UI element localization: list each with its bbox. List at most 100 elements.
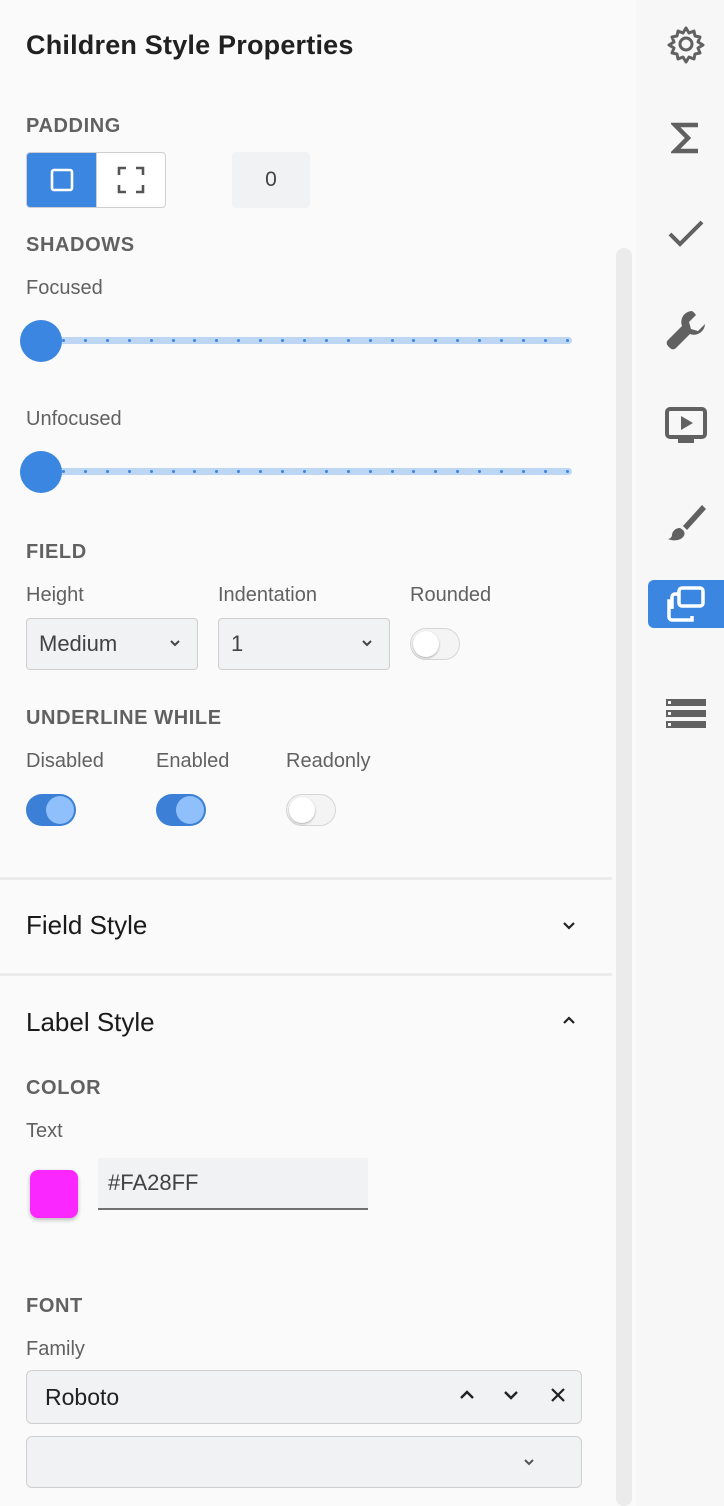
gear-icon — [667, 26, 705, 64]
icon-rail — [636, 0, 724, 1506]
rounded-label: Rounded — [410, 584, 492, 606]
slider-tick — [105, 339, 109, 342]
slider-tick — [543, 470, 547, 473]
slider-track — [40, 468, 572, 475]
check-icon — [668, 220, 704, 247]
family-label: Family — [26, 1338, 85, 1360]
wrench-icon — [666, 311, 705, 350]
rail-item-children-style[interactable] — [648, 580, 724, 628]
list-icon — [666, 699, 706, 728]
padding-all-button[interactable] — [96, 153, 165, 207]
slider-tick — [324, 339, 328, 342]
text-color-swatch[interactable] — [30, 1170, 78, 1218]
readonly-label: Readonly — [286, 750, 371, 772]
slider-tick — [127, 339, 131, 342]
label-style-title: Label Style — [26, 1007, 155, 1037]
slider-tick — [149, 470, 153, 473]
single-side-icon — [50, 168, 73, 192]
slider-tick — [500, 339, 503, 342]
slider-tick — [368, 339, 372, 342]
shadows-section-label: SHADOWS — [26, 234, 135, 256]
field-style-title: Field Style — [26, 910, 148, 940]
panel-scrollbar[interactable] — [616, 248, 632, 1506]
slider-thumb[interactable] — [20, 320, 62, 362]
padding-single-button[interactable] — [27, 153, 96, 207]
move-down-icon[interactable] — [501, 1385, 521, 1405]
toggle-knob — [289, 797, 315, 823]
text-color-label: Text — [26, 1120, 63, 1142]
height-select-value: Medium — [39, 631, 118, 656]
slider-tick — [62, 470, 65, 473]
toggle-knob — [413, 631, 439, 657]
slider-tick — [171, 339, 175, 342]
font-section-label: FONT — [26, 1295, 83, 1317]
close-icon[interactable] — [548, 1385, 568, 1405]
slider-tick — [565, 339, 569, 342]
rounded-toggle[interactable] — [410, 628, 460, 660]
rail-item-preview[interactable] — [648, 402, 724, 450]
focused-label: Focused — [26, 277, 103, 299]
slider-track — [40, 337, 572, 344]
slider-tick — [500, 470, 503, 473]
slider-tick — [62, 339, 65, 342]
slider-tick — [149, 339, 153, 342]
slider-tick — [281, 339, 284, 342]
unfocused-label: Unfocused — [26, 408, 122, 430]
color-section-label: COLOR — [26, 1077, 102, 1099]
brush-icon — [668, 505, 706, 541]
slider-tick — [543, 339, 547, 342]
chevron-down-icon — [524, 1459, 534, 1466]
label-style-header[interactable]: Label Style — [0, 976, 612, 1066]
rail-item-tools[interactable] — [648, 306, 724, 354]
slider-tick — [171, 470, 175, 473]
rail-item-formula[interactable] — [648, 114, 724, 162]
disabled-label: Disabled — [26, 750, 104, 772]
underline-section-label: UNDERLINE WHILE — [26, 707, 222, 729]
toggle-knob — [176, 796, 204, 824]
toggle-knob — [46, 796, 74, 824]
slider-tick — [346, 339, 350, 342]
height-select[interactable]: Medium — [26, 618, 198, 670]
focused-shadow-slider[interactable] — [20, 320, 572, 362]
slider-tick — [324, 470, 328, 473]
slider-tick — [127, 470, 131, 473]
slider-tick — [368, 470, 372, 473]
padding-section-label: PADDING — [26, 115, 121, 137]
sigma-icon — [671, 122, 698, 154]
move-up-icon[interactable] — [457, 1385, 477, 1405]
rail-item-list[interactable] — [648, 690, 724, 738]
field-section-label: FIELD — [26, 541, 87, 563]
indentation-label: Indentation — [218, 584, 317, 606]
layers-icon — [667, 586, 705, 622]
slider-tick — [346, 470, 350, 473]
slider-tick — [521, 339, 525, 342]
text-color-input[interactable]: #FA28FF — [98, 1158, 368, 1210]
field-style-header[interactable]: Field Style — [0, 880, 612, 972]
chevron-down-icon — [170, 640, 180, 647]
slider-tick — [390, 339, 394, 342]
underline-disabled-toggle[interactable] — [26, 794, 76, 826]
padding-value-input[interactable]: 0 — [232, 152, 310, 208]
underline-readonly-toggle[interactable] — [286, 794, 336, 826]
rail-item-style[interactable] — [648, 498, 724, 546]
height-label: Height — [26, 584, 84, 606]
all-sides-icon — [117, 166, 145, 194]
font-family-field[interactable]: Roboto — [26, 1370, 582, 1424]
chevron-down-icon — [563, 922, 575, 930]
slider-tick — [105, 470, 109, 473]
rail-item-validation[interactable] — [648, 210, 724, 258]
slider-tick — [83, 470, 87, 473]
rail-item-settings[interactable] — [648, 20, 724, 68]
slider-tick — [521, 470, 525, 473]
slider-tick — [565, 470, 569, 473]
preview-icon — [665, 407, 707, 443]
indentation-select-value: 1 — [231, 631, 244, 656]
slider-tick — [281, 470, 284, 473]
chevron-up-icon — [563, 1016, 575, 1024]
indentation-select[interactable]: 1 — [218, 618, 390, 670]
font-family-secondary-select[interactable] — [26, 1436, 582, 1488]
slider-thumb[interactable] — [20, 451, 62, 493]
underline-enabled-toggle[interactable] — [156, 794, 206, 826]
unfocused-shadow-slider[interactable] — [20, 451, 572, 493]
padding-mode-toggle — [26, 152, 166, 208]
